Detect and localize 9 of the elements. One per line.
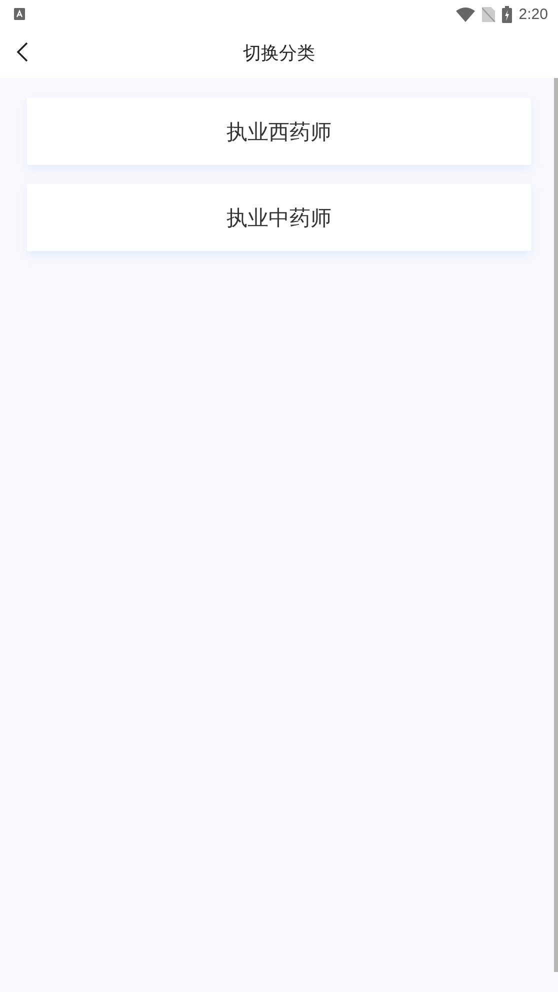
category-item[interactable]: 执业中药师 — [27, 184, 531, 251]
page-title: 切换分类 — [243, 42, 315, 65]
app-notification-icon — [14, 8, 25, 20]
back-icon — [16, 42, 28, 62]
wifi-icon — [456, 6, 475, 22]
battery-icon — [502, 6, 512, 22]
category-item[interactable]: 执业西药师 — [27, 98, 531, 165]
clock-time: 2:20 — [518, 6, 548, 22]
no-sim-icon — [482, 6, 495, 22]
